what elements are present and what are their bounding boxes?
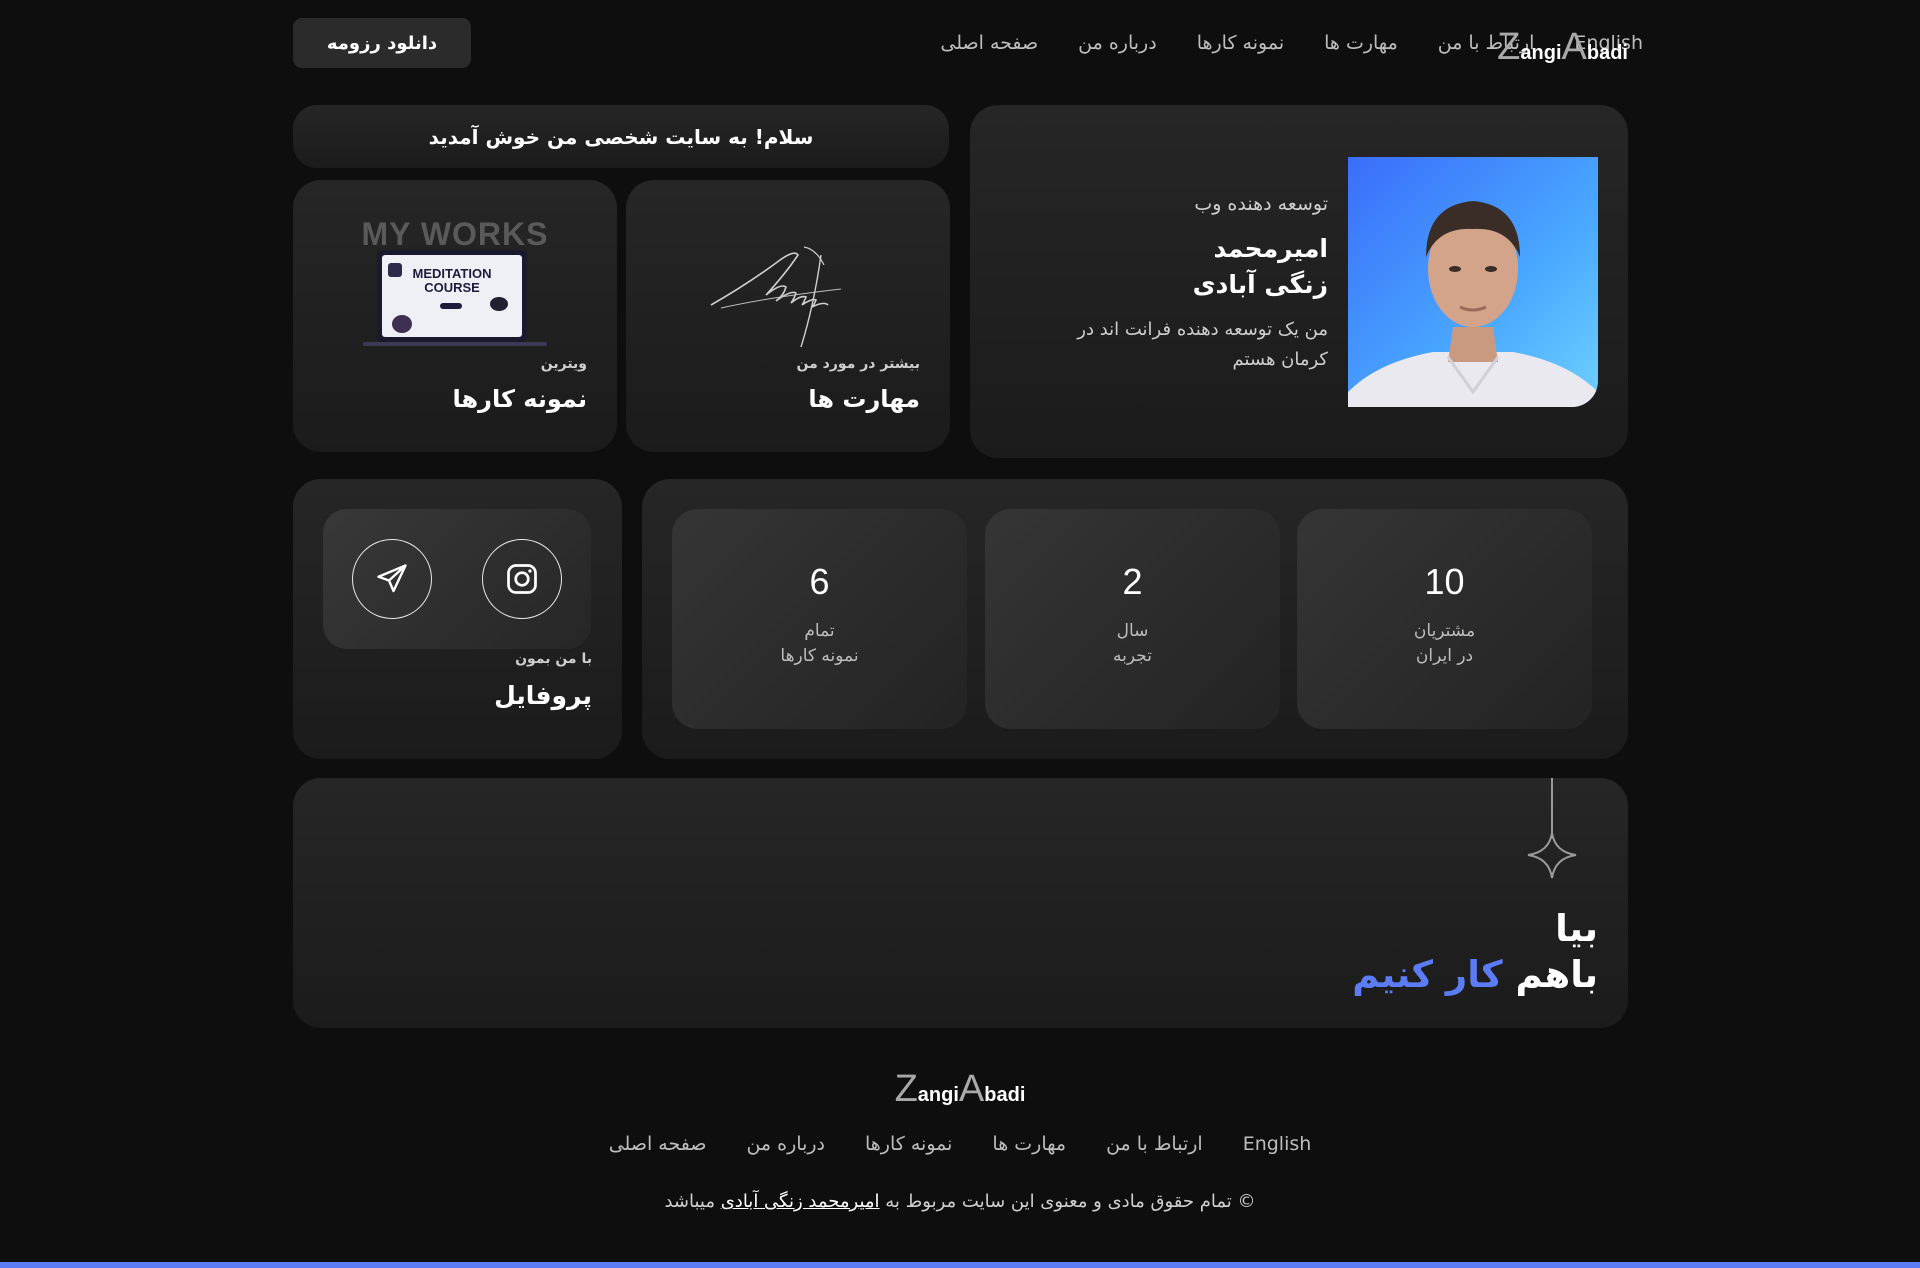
social-links-box	[323, 509, 591, 649]
cta-line2-accent: کار کنیم	[1352, 953, 1503, 996]
profile-name-line1: امیرمحمد	[1213, 234, 1328, 263]
cta-line2: باهم کار کنیم	[1352, 952, 1598, 998]
skills-card[interactable]: بیشتر در مورد من مهارت ها	[626, 180, 950, 452]
social-title: پروفایل	[494, 681, 592, 710]
cta-text: بیا باهم کار کنیم	[1352, 906, 1598, 998]
welcome-banner: سلام! به سایت شخصی من خوش آمدید	[293, 105, 949, 168]
nav-home[interactable]: صفحه اصلی	[940, 32, 1038, 54]
logo-angi: angi	[1520, 42, 1562, 64]
site-logo[interactable]: Z angi A badi	[1497, 16, 1628, 66]
works-subtitle: ویترین	[540, 356, 587, 372]
copyright-suffix: میباشد	[664, 1191, 715, 1212]
stat-value: 2	[1122, 561, 1143, 602]
cta-card[interactable]: بیا باهم کار کنیم	[293, 778, 1628, 1028]
cta-line2-plain: باهم	[1515, 953, 1598, 996]
nav-about[interactable]: درباره من	[1078, 32, 1157, 54]
sparkle-star-icon	[1527, 778, 1577, 879]
laptop-base	[363, 342, 547, 346]
telegram-link[interactable]	[352, 539, 432, 619]
works-card[interactable]: MY WORKS MEDITATION COURSE ویترین نمونه …	[293, 180, 617, 452]
nav-links: صفحه اصلی درباره من نمونه کارها مهارت ها…	[643, 18, 1643, 68]
profile-role: توسعه دهنده وب	[1194, 193, 1328, 215]
logo-z: Z	[1497, 26, 1521, 68]
social-profile-card: با من بمون پروفایل	[293, 479, 622, 759]
logo-badi: badi	[1586, 42, 1628, 64]
telegram-icon	[377, 564, 407, 593]
social-subtitle: با من بمون	[515, 651, 592, 667]
copyright-prefix: © تمام حقوق مادی و معنوی این سایت مربوط …	[885, 1191, 1256, 1212]
stat-value: 10	[1424, 561, 1465, 602]
stat-experience: 2 سال تجربه	[985, 509, 1280, 729]
laptop-screen-title: MEDITATION COURSE	[412, 266, 492, 295]
footer-link-about[interactable]: درباره من	[746, 1133, 825, 1155]
nav-skills[interactable]: مهارت ها	[1324, 32, 1398, 54]
profile-photo	[1348, 157, 1598, 407]
footer-links: صفحه اصلی درباره من نمونه کارها مهارت ها…	[0, 1133, 1920, 1155]
my-works-banner: MY WORKS	[361, 216, 549, 252]
logo-angi: angi	[917, 1084, 959, 1106]
top-nav: دانلود رزومه صفحه اصلی درباره من نمونه ک…	[293, 16, 1643, 68]
copyright: © تمام حقوق مادی و معنوی این سایت مربوط …	[660, 1187, 1260, 1216]
stat-works: 6 تمام نمونه کارها	[672, 509, 967, 729]
profile-hero-card: توسعه دهنده وب امیرمحمد زنگی آبادی من یک…	[970, 105, 1628, 458]
profile-name-line2: زنگی آبادی	[1192, 270, 1328, 299]
signature-icon	[710, 246, 842, 348]
stat-label-line1: تمام	[804, 621, 835, 641]
copyright-owner-link[interactable]: امیرمحمد زنگی آبادی	[721, 1191, 880, 1212]
footer-link-skills[interactable]: مهارت ها	[992, 1133, 1066, 1155]
logo-z: Z	[894, 1068, 918, 1110]
logo-a: A	[1561, 26, 1587, 68]
instagram-icon	[507, 564, 537, 594]
stat-label-line2: تجربه	[1113, 646, 1152, 666]
logo-badi: badi	[984, 1084, 1026, 1106]
profile-bio: من یک توسعه دهنده فرانت اند در کرمان هست…	[1077, 319, 1328, 370]
skills-subtitle: بیشتر در مورد من	[796, 356, 920, 372]
works-title: نمونه کارها	[452, 385, 587, 413]
page: دانلود رزومه صفحه اصلی درباره من نمونه ک…	[0, 0, 1920, 1268]
laptop-mockup: MEDITATION COURSE	[377, 250, 527, 342]
download-resume-button[interactable]: دانلود رزومه	[293, 18, 471, 68]
stat-label-line1: مشتریان	[1413, 621, 1476, 641]
instagram-link[interactable]	[482, 539, 562, 619]
stat-label-line2: در ایران	[1415, 646, 1474, 666]
stat-value: 6	[809, 561, 830, 602]
nav-works[interactable]: نمونه کارها	[1197, 32, 1284, 54]
stats-card: 10 مشتریان در ایران 2 سال تجربه 6 تمام ن…	[642, 479, 1628, 759]
footer-link-english[interactable]: English	[1243, 1133, 1312, 1155]
logo-a: A	[958, 1068, 985, 1110]
profile-text: توسعه دهنده وب امیرمحمد زنگی آبادی من یک…	[1028, 193, 1328, 375]
footer-logo[interactable]: Z angi A badi	[0, 1070, 1920, 1108]
cta-line1: بیا	[1555, 907, 1598, 950]
stat-label-line2: نمونه کارها	[780, 646, 859, 666]
bottom-accent-bar	[0, 1262, 1920, 1268]
stat-clients: 10 مشتریان در ایران	[1297, 509, 1592, 729]
footer-link-works[interactable]: نمونه کارها	[865, 1133, 952, 1155]
stat-label-line1: سال	[1116, 621, 1149, 641]
footer-link-home[interactable]: صفحه اصلی	[609, 1133, 707, 1155]
skills-title: مهارت ها	[808, 385, 920, 413]
footer-link-contact[interactable]: ارتباط با من	[1106, 1133, 1203, 1155]
